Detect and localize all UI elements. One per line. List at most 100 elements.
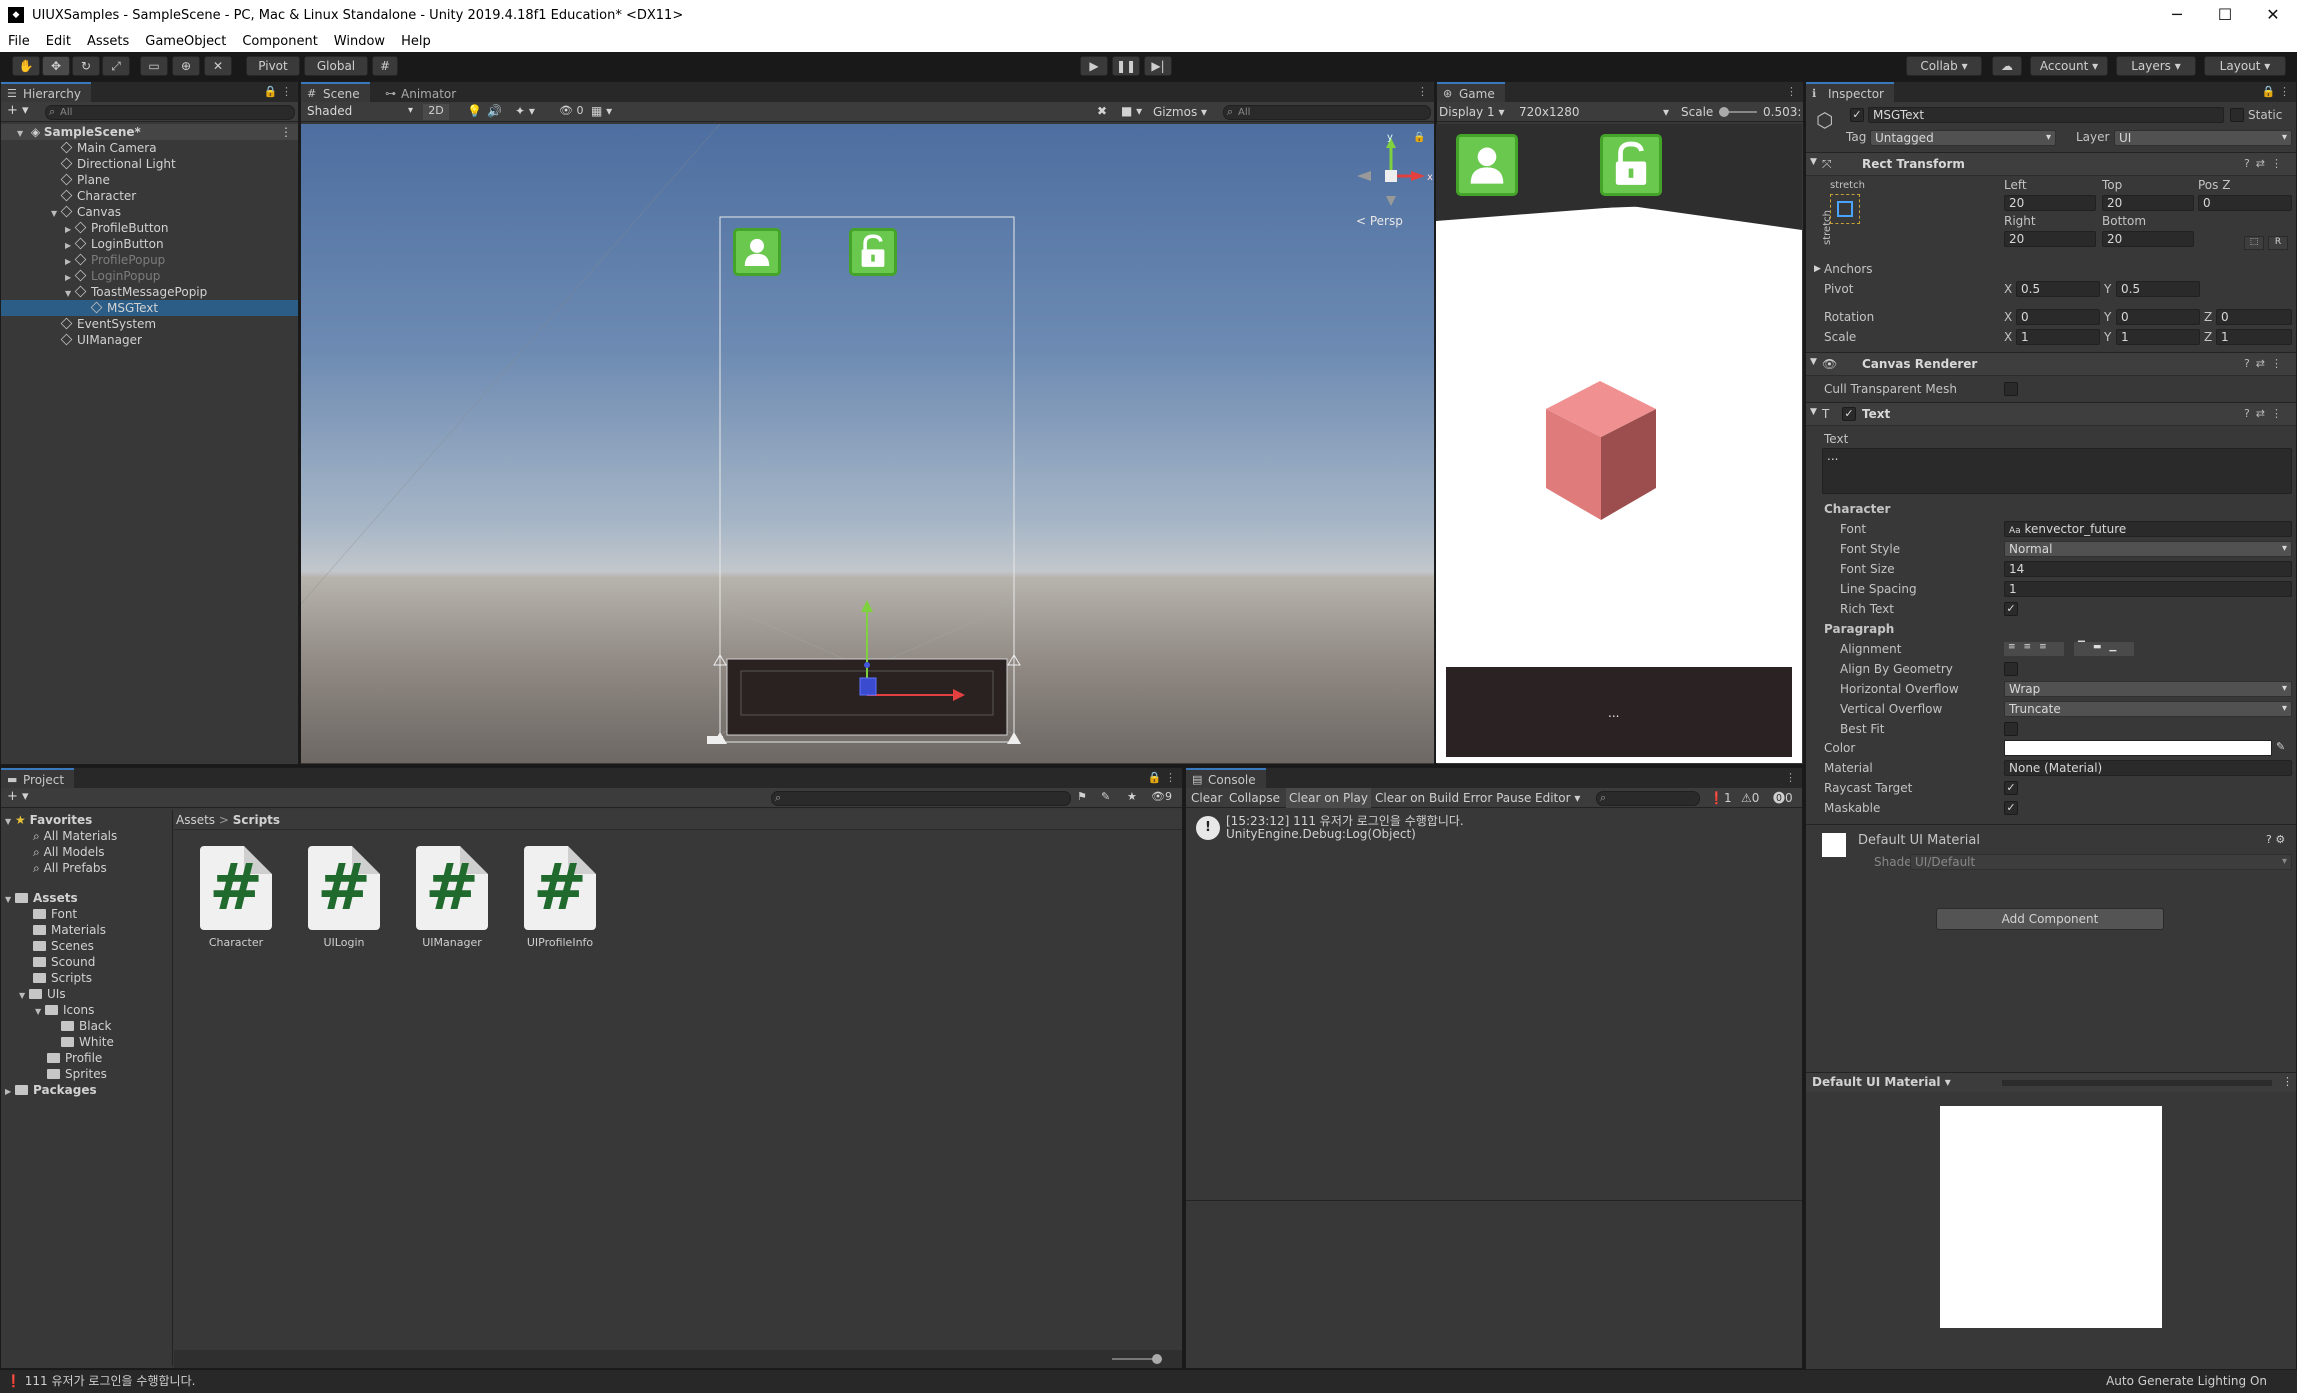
gizmos-dropdown[interactable]: Gizmos ▾: [1153, 104, 1215, 120]
filter-type-icon[interactable]: ⚑: [1077, 790, 1087, 803]
scene-root-row[interactable]: ▼ ◈ SampleScene* ⋮: [1, 124, 298, 140]
preview-resize-bar[interactable]: [2002, 1080, 2272, 1086]
favorites-row[interactable]: ▼ ★ Favorites: [1, 812, 171, 828]
clear-on-play-toggle[interactable]: Clear on Play: [1286, 788, 1371, 808]
foldout-arrow-icon[interactable]: ▼: [1810, 407, 1817, 417]
profile-button[interactable]: [1456, 134, 1518, 196]
cloud-icon[interactable]: ☁: [1992, 56, 2022, 76]
panel-menu-icon[interactable]: ⋮: [1786, 82, 1797, 102]
maximize-button[interactable]: ☐: [2201, 0, 2249, 30]
scene-menu-icon[interactable]: ⋮: [280, 124, 292, 140]
hidden-objects-icon[interactable]: 👁 0: [559, 104, 583, 117]
favorite-star-icon[interactable]: ★: [1127, 790, 1137, 803]
collapse-arrow-icon[interactable]: ▶: [5, 1084, 15, 1100]
font-field[interactable]: Aa kenvector_future: [2004, 521, 2292, 537]
script-asset-icon[interactable]: #: [524, 846, 596, 930]
layer-dropdown[interactable]: UI: [2114, 130, 2292, 146]
icon-size-slider[interactable]: [1112, 1354, 1162, 1364]
step-button[interactable]: ▶|: [1144, 56, 1172, 76]
cull-transparent-checkbox[interactable]: [2004, 382, 2018, 396]
create-button[interactable]: + ▾: [7, 103, 29, 118]
preview-dropdown[interactable]: Default UI Material ▾: [1812, 1075, 1951, 1089]
text-component-header[interactable]: ▼ T ✓ Text ?⇄⋮: [1806, 402, 2296, 426]
script-asset-icon[interactable]: #: [200, 846, 272, 930]
text-area[interactable]: ...: [1822, 448, 2292, 494]
tab-project[interactable]: ▬ Project: [1, 768, 75, 788]
scale-tool-icon[interactable]: ⤢: [102, 56, 130, 76]
bottom-field[interactable]: 20: [2102, 231, 2194, 247]
hierarchy-item[interactable]: ▶ LoginButton: [1, 236, 298, 252]
login-button-preview[interactable]: [849, 228, 897, 276]
menu-file[interactable]: File: [0, 34, 38, 49]
clear-on-build-toggle[interactable]: Clear on Build: [1372, 788, 1462, 808]
hand-tool-icon[interactable]: ✋: [12, 56, 40, 76]
menu-gameobject[interactable]: GameObject: [137, 34, 234, 49]
tab-hierarchy[interactable]: ☰ Hierarchy: [1, 82, 92, 102]
project-search-input[interactable]: [771, 791, 1071, 806]
favorite-item[interactable]: ⌕ All Models: [1, 844, 171, 860]
menu-window[interactable]: Window: [326, 34, 393, 49]
rect-tool-icon[interactable]: ▭: [140, 56, 168, 76]
panel-menu-icon[interactable]: ⋮: [1417, 82, 1428, 102]
grid-toggle-icon[interactable]: ▦ ▾: [591, 104, 612, 118]
scale-y-field[interactable]: 1: [2116, 329, 2200, 345]
rot-z-field[interactable]: 0: [2216, 309, 2292, 325]
tab-console[interactable]: ▤ Console: [1186, 768, 1266, 788]
lighting-status[interactable]: Auto Generate Lighting On: [2106, 1370, 2267, 1393]
hidden-packages-icon[interactable]: 👁9: [1151, 790, 1172, 803]
projection-label[interactable]: < Persp: [1356, 214, 1403, 228]
scene-search-input[interactable]: All: [1223, 105, 1431, 120]
tab-inspector[interactable]: ℹ Inspector: [1806, 82, 1894, 102]
scene-viewport[interactable]: y x 🔒 < Persp: [301, 124, 1434, 763]
assets-row[interactable]: ▼ Assets: [1, 890, 171, 906]
pivot-x-field[interactable]: 0.5: [2016, 281, 2100, 297]
material-field[interactable]: None (Material): [2004, 760, 2292, 776]
panel-menu-icon[interactable]: ⋮: [1785, 768, 1796, 788]
panel-menu-icon[interactable]: 🔒 ⋮: [264, 82, 292, 102]
component-tools-icon[interactable]: ?⇄⋮: [2244, 407, 2288, 420]
hierarchy-item-selected[interactable]: MSGText: [1, 300, 298, 316]
panel-menu-icon[interactable]: 🔒 ⋮: [2262, 82, 2290, 102]
folder-item-selected[interactable]: Scripts: [1, 970, 171, 986]
right-field[interactable]: 20: [2004, 231, 2096, 247]
hierarchy-item[interactable]: EventSystem: [1, 316, 298, 332]
lighting-toggle-icon[interactable]: 💡: [467, 104, 482, 118]
hierarchy-search-input[interactable]: All: [45, 105, 295, 120]
warning-filter-toggle[interactable]: ⚠0: [1738, 788, 1762, 808]
rich-text-checkbox[interactable]: ✓: [2004, 602, 2018, 616]
anchors-foldout-icon[interactable]: ▶: [1814, 264, 1821, 274]
hierarchy-item[interactable]: Character: [1, 188, 298, 204]
hierarchy-item[interactable]: ▼ ToastMessagePopip: [1, 284, 298, 300]
hierarchy-item[interactable]: ▶ ProfilePopup: [1, 252, 298, 268]
foldout-arrow-icon[interactable]: ▼: [1810, 357, 1817, 367]
close-button[interactable]: ✕: [2249, 0, 2297, 30]
layers-dropdown[interactable]: Layers ▾: [2116, 56, 2196, 76]
line-spacing-field[interactable]: 1: [2004, 581, 2292, 597]
foldout-arrow-icon[interactable]: ▼: [1810, 157, 1817, 167]
account-dropdown[interactable]: Account ▾: [2030, 56, 2108, 76]
hierarchy-item[interactable]: Main Camera: [1, 140, 298, 156]
canvas-renderer-header[interactable]: ▼ 👁 Canvas Renderer ?⇄⋮: [1806, 352, 2296, 376]
error-filter-toggle[interactable]: ⓿0: [1770, 788, 1796, 808]
editor-dropdown[interactable]: Editor ▾: [1532, 788, 1583, 808]
folder-item[interactable]: Black: [1, 1018, 171, 1034]
hierarchy-item[interactable]: Directional Light: [1, 156, 298, 172]
layout-dropdown[interactable]: Layout ▾: [2204, 56, 2286, 76]
script-asset-icon[interactable]: #: [416, 846, 488, 930]
pause-button[interactable]: ❚❚: [1112, 56, 1140, 76]
global-toggle[interactable]: Global: [304, 56, 368, 76]
rot-y-field[interactable]: 0: [2116, 309, 2200, 325]
folder-item[interactable]: Sprites: [1, 1066, 171, 1082]
collapse-toggle[interactable]: Collapse: [1226, 788, 1283, 808]
clear-button[interactable]: Clear: [1188, 788, 1225, 808]
preview-menu-icon[interactable]: ⋮: [2282, 1075, 2293, 1088]
grid-snap-icon[interactable]: #: [372, 56, 398, 76]
lock-icon[interactable]: 🔒: [1413, 132, 1425, 143]
horizontal-overflow-dropdown[interactable]: Wrap: [2004, 681, 2292, 697]
panel-menu-icon[interactable]: 🔒 ⋮: [1148, 768, 1176, 788]
hierarchy-item[interactable]: ▶ ProfileButton: [1, 220, 298, 236]
scale-z-field[interactable]: 1: [2216, 329, 2292, 345]
folder-item[interactable]: White: [1, 1034, 171, 1050]
hierarchy-item[interactable]: UIManager: [1, 332, 298, 348]
static-checkbox[interactable]: [2230, 108, 2244, 122]
